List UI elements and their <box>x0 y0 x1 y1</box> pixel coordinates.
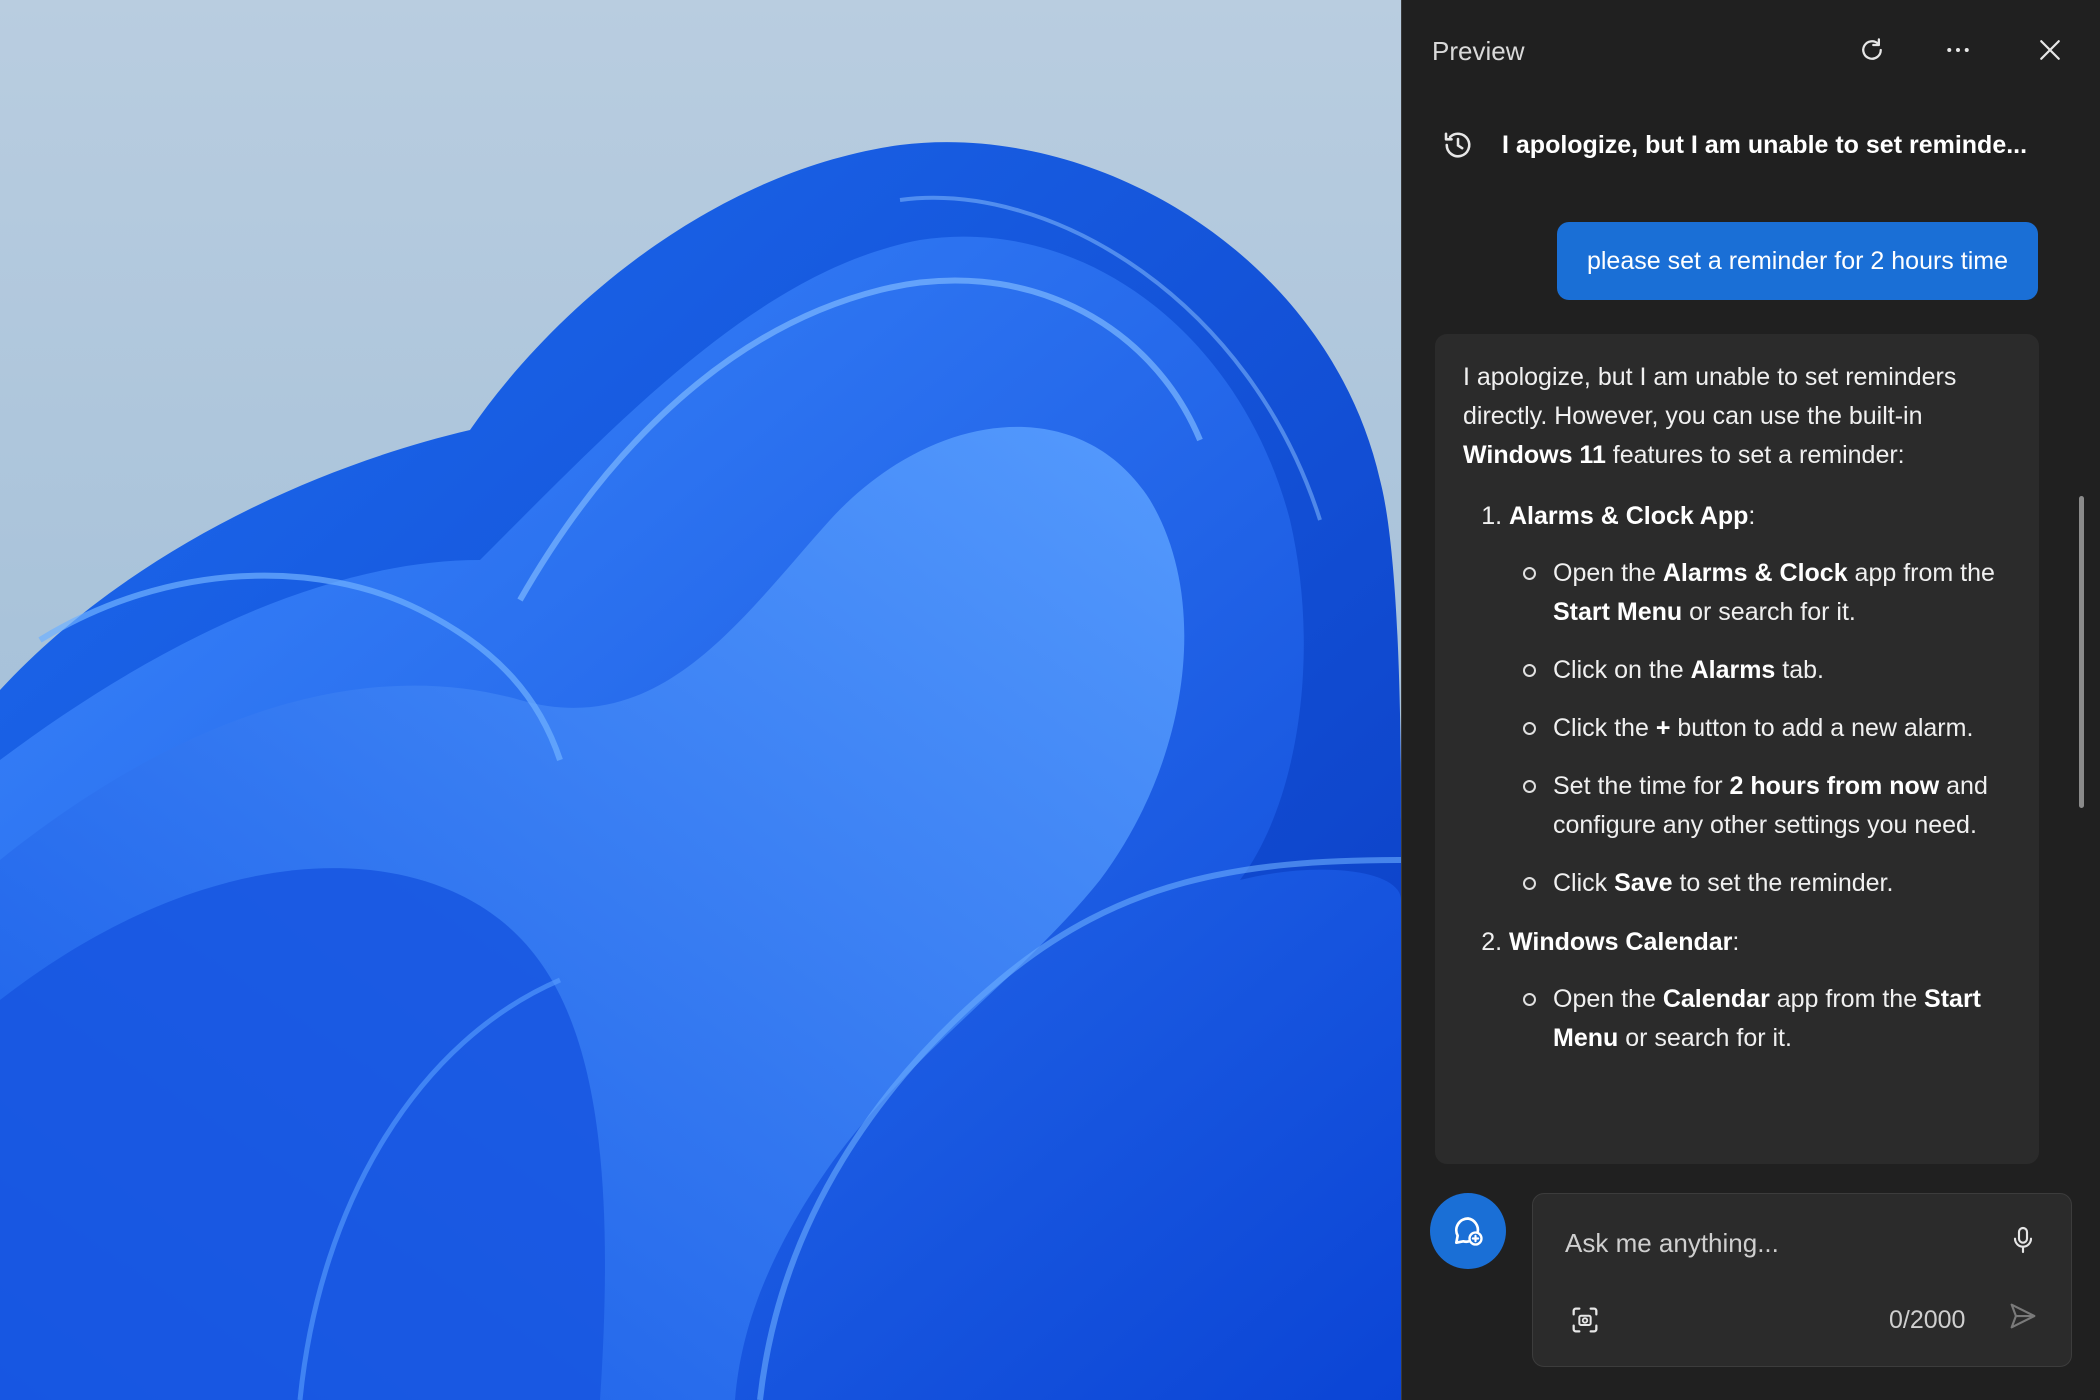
more-options-button[interactable] <box>1934 26 1982 74</box>
response-steps: Alarms & Clock App: Open the Alarms & Cl… <box>1463 497 2013 1058</box>
list-item: Set the time for 2 hours from now and co… <box>1523 767 2013 845</box>
close-icon <box>2040 40 2060 60</box>
character-counter: 0/2000 <box>1889 1306 1966 1334</box>
assistant-response-card: I apologize, but I am unable to set remi… <box>1435 334 2039 1164</box>
microphone-button[interactable] <box>2001 1218 2045 1262</box>
send-icon <box>2010 1303 2036 1329</box>
chat-input-box: 0/2000 <box>1532 1193 2072 1367</box>
microphone-icon <box>2013 1226 2033 1254</box>
refresh-button[interactable] <box>1848 26 1896 74</box>
step-windows-calendar: Windows Calendar: Open the Calendar app … <box>1509 923 2013 1058</box>
new-chat-icon <box>1454 1217 1483 1246</box>
topic-title: I apologize, but I am unable to set remi… <box>1502 130 2028 159</box>
list-item: Click Save to set the reminder. <box>1523 864 2013 903</box>
list-item: Open the Calendar app from the Start Men… <box>1523 980 2013 1058</box>
copilot-panel: Preview I apologize, but I am unable to … <box>1401 0 2100 1400</box>
chat-scrollbar[interactable] <box>2079 496 2084 808</box>
user-message-bubble: please set a reminder for 2 hours time <box>1556 222 2038 300</box>
conversation-topic[interactable]: I apologize, but I am unable to set remi… <box>1432 122 2072 168</box>
list-item: Open the Alarms & Clock app from the Sta… <box>1523 554 2013 632</box>
refresh-icon <box>1862 38 1882 60</box>
panel-title: Preview <box>1432 36 1525 66</box>
more-options-icon <box>1947 48 1969 52</box>
step-alarms-clock: Alarms & Clock App: Open the Alarms & Cl… <box>1509 497 2013 903</box>
list-item: Click on the Alarms tab. <box>1523 651 2013 690</box>
new-topic-button[interactable] <box>1430 1193 1506 1269</box>
screenshot-button[interactable] <box>1563 1298 1607 1342</box>
list-item: Click the + button to add a new alarm. <box>1523 709 2013 748</box>
desktop-wallpaper <box>0 0 1401 1400</box>
send-button[interactable] <box>2001 1294 2045 1338</box>
ask-input[interactable] <box>1563 1222 1987 1264</box>
bloom-wallpaper-art <box>0 142 1401 1400</box>
close-button[interactable] <box>2026 26 2074 74</box>
response-intro: I apologize, but I am unable to set remi… <box>1463 363 1957 469</box>
history-icon <box>1440 127 1476 163</box>
screen-capture-icon <box>1572 1307 1598 1333</box>
